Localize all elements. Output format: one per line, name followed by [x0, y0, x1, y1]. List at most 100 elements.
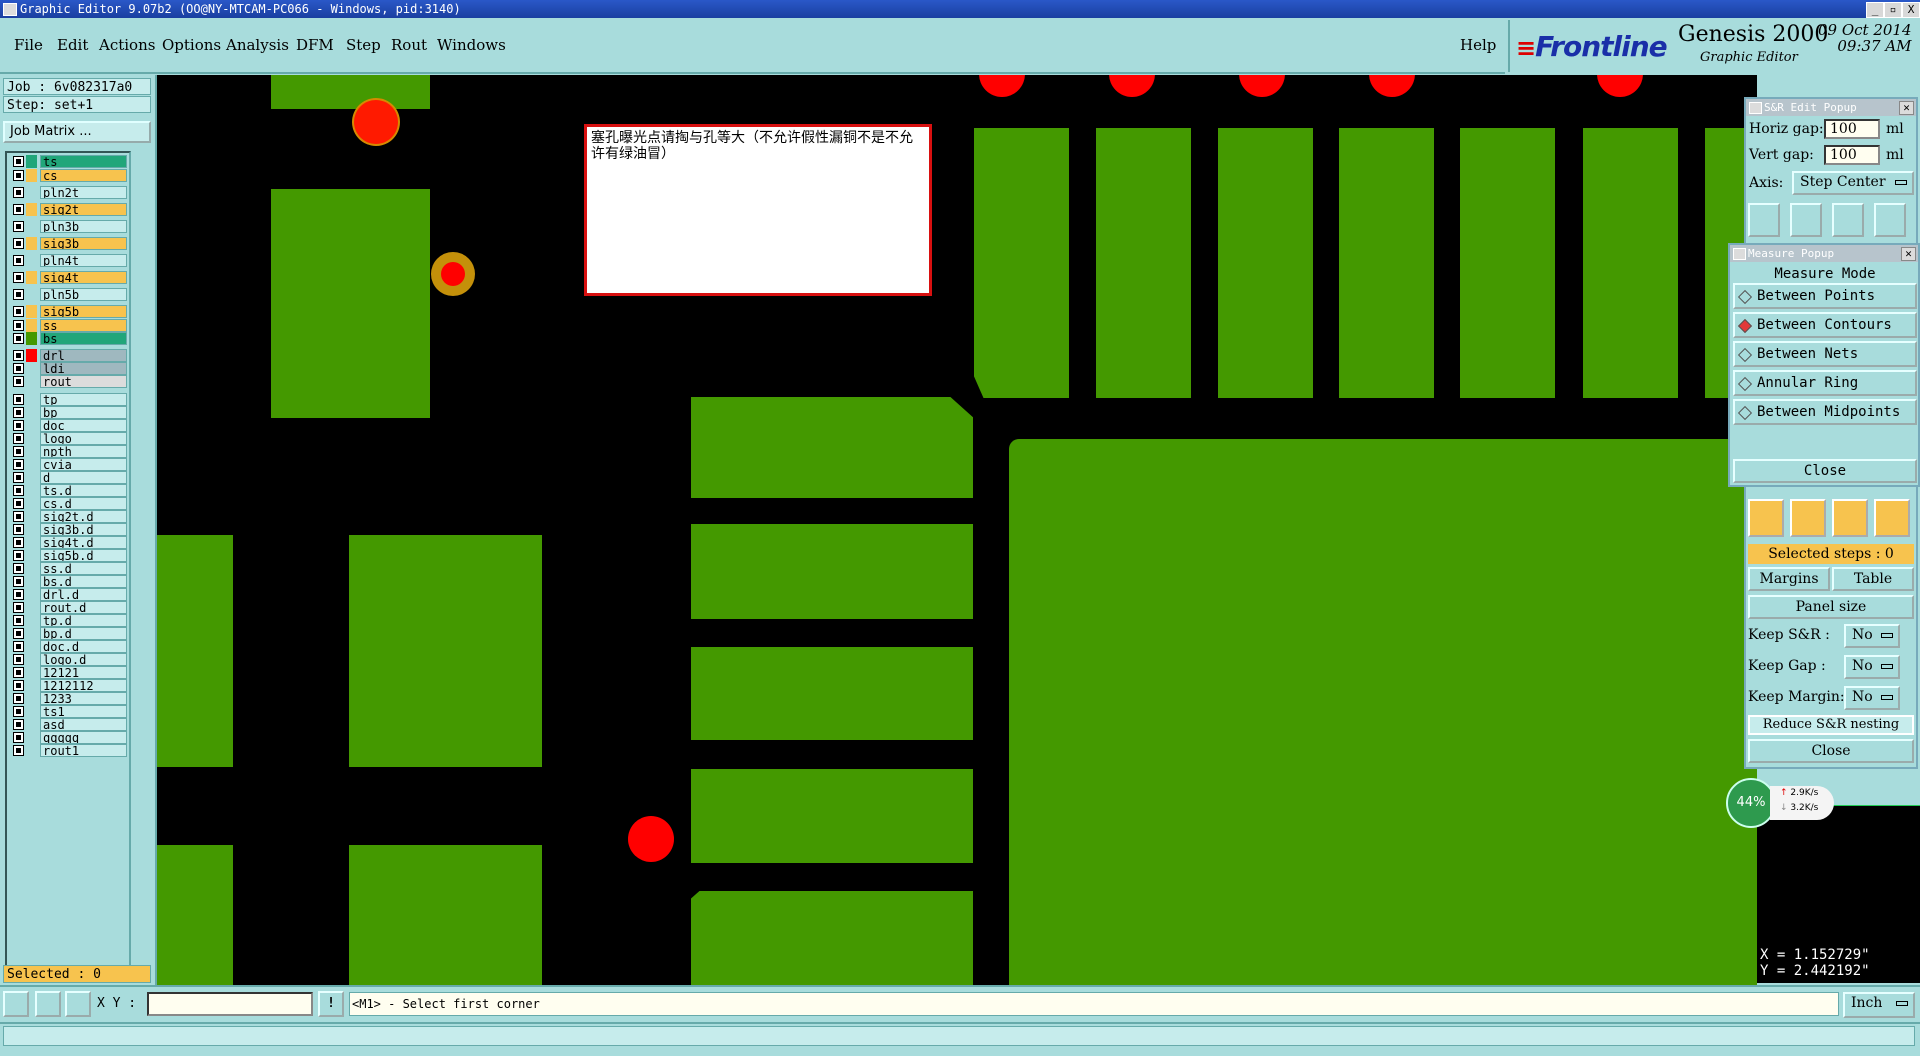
layer-checkbox[interactable] [13, 170, 24, 181]
layer-name[interactable]: sig4t [40, 271, 127, 284]
keep-gap-dropdown[interactable]: No [1844, 655, 1900, 679]
layer-name[interactable]: sig3b.d [40, 523, 127, 536]
layer-checkbox[interactable] [13, 221, 24, 232]
layer-color-swatch[interactable] [26, 271, 37, 284]
layer-checkbox[interactable] [13, 745, 24, 756]
layer-checkbox[interactable] [13, 459, 24, 470]
layer-row[interactable]: ss.d [9, 562, 127, 576]
layer-row[interactable]: sig5b.d [9, 549, 127, 563]
layer-color-swatch[interactable] [26, 497, 37, 510]
layer-name[interactable]: sig5b [40, 305, 127, 318]
layer-color-swatch[interactable] [26, 186, 37, 199]
layer-color-swatch[interactable] [26, 220, 37, 233]
layer-row[interactable]: logo.d [9, 653, 127, 667]
measure-icon[interactable] [35, 991, 61, 1017]
select-arrow-icon[interactable] [1748, 499, 1784, 537]
layer-color-swatch[interactable] [26, 666, 37, 679]
layer-checkbox[interactable] [13, 446, 24, 457]
layer-color-swatch[interactable] [26, 705, 37, 718]
margins-button[interactable]: Margins [1748, 567, 1830, 591]
layer-color-swatch[interactable] [26, 718, 37, 731]
menu-step[interactable]: Step [346, 36, 381, 54]
layer-row[interactable]: ts1 [9, 705, 127, 719]
pattern-grid-icon[interactable] [1748, 203, 1780, 237]
layer-name[interactable]: tp.d [40, 614, 127, 627]
layer-color-swatch[interactable] [26, 203, 37, 216]
layer-color-swatch[interactable] [26, 536, 37, 549]
layer-row[interactable]: npth [9, 445, 127, 459]
layer-color-swatch[interactable] [26, 375, 37, 388]
layer-checkbox[interactable] [13, 255, 24, 266]
layer-name[interactable]: 1212112 [40, 679, 127, 692]
layer-checkbox[interactable] [13, 350, 24, 361]
layer-checkbox[interactable] [13, 706, 24, 717]
layer-checkbox[interactable] [13, 320, 24, 331]
edit-tool-2-icon[interactable] [1832, 499, 1868, 537]
layer-color-swatch[interactable] [26, 679, 37, 692]
layer-row[interactable]: qqqqq [9, 731, 127, 745]
layer-checkbox[interactable] [13, 156, 24, 167]
layer-checkbox[interactable] [13, 615, 24, 626]
layer-row[interactable]: cvia [9, 458, 127, 472]
layer-name[interactable]: logo [40, 432, 127, 445]
layer-checkbox[interactable] [13, 363, 24, 374]
layer-checkbox[interactable] [13, 680, 24, 691]
layer-name[interactable]: pln2t [40, 186, 127, 199]
layer-name[interactable]: asd [40, 718, 127, 731]
layer-name[interactable]: doc [40, 419, 127, 432]
mode-between-midpoints[interactable]: Between Midpoints [1733, 399, 1917, 425]
menu-analysis[interactable]: Analysis [226, 36, 289, 54]
layer-color-swatch[interactable] [26, 640, 37, 653]
layer-row[interactable]: sig3b.d [9, 523, 127, 537]
layer-color-swatch[interactable] [26, 627, 37, 640]
layer-row[interactable]: tp [9, 393, 127, 407]
close-window-button[interactable]: X [1902, 2, 1920, 18]
layer-color-swatch[interactable] [26, 588, 37, 601]
layer-checkbox[interactable] [13, 238, 24, 249]
vert-gap-input[interactable]: 100 [1824, 145, 1880, 165]
layer-name[interactable]: bp [40, 406, 127, 419]
layer-name[interactable]: ldi [40, 362, 127, 375]
layer-row[interactable]: sig2t [9, 203, 127, 217]
layer-checkbox[interactable] [13, 589, 24, 600]
menu-edit[interactable]: Edit [57, 36, 88, 54]
layer-color-swatch[interactable] [26, 523, 37, 536]
layer-checkbox[interactable] [13, 407, 24, 418]
layer-name[interactable]: pln4t [40, 254, 127, 267]
layer-checkbox[interactable] [13, 563, 24, 574]
layer-row[interactable]: sig4t.d [9, 536, 127, 550]
menu-windows[interactable]: Windows [437, 36, 506, 54]
layer-name[interactable]: ss [40, 319, 127, 332]
layer-name[interactable]: pln5b [40, 288, 127, 301]
layer-row[interactable]: tp.d [9, 614, 127, 628]
snap-grid-icon[interactable] [65, 991, 91, 1017]
menu-file[interactable]: File [14, 36, 43, 54]
layer-row[interactable]: cs.d [9, 497, 127, 511]
layer-row[interactable]: rout [9, 375, 127, 389]
layer-checkbox[interactable] [13, 472, 24, 483]
layer-color-swatch[interactable] [26, 393, 37, 406]
layer-row[interactable]: bs [9, 332, 127, 346]
layer-name[interactable]: qqqqq [40, 731, 127, 744]
layer-color-swatch[interactable] [26, 458, 37, 471]
measure-close-button[interactable]: Close [1733, 459, 1917, 483]
layer-name[interactable]: cvia [40, 458, 127, 471]
menu-rout[interactable]: Rout [391, 36, 427, 54]
layer-color-swatch[interactable] [26, 319, 37, 332]
pattern-split-icon[interactable] [1790, 203, 1822, 237]
layer-name[interactable]: ts.d [40, 484, 127, 497]
layer-row[interactable]: drl [9, 349, 127, 363]
table-button[interactable]: Table [1832, 567, 1914, 591]
layer-color-swatch[interactable] [26, 169, 37, 182]
layer-checkbox[interactable] [13, 576, 24, 587]
layer-checkbox[interactable] [13, 732, 24, 743]
restore-button[interactable]: ▫ [1884, 2, 1902, 18]
layer-name[interactable]: tp [40, 393, 127, 406]
layer-checkbox[interactable] [13, 693, 24, 704]
mode-annular-ring[interactable]: Annular Ring [1733, 370, 1917, 396]
layer-checkbox[interactable] [13, 719, 24, 730]
layer-name[interactable]: bs.d [40, 575, 127, 588]
layer-checkbox[interactable] [13, 204, 24, 215]
layer-row[interactable]: logo [9, 432, 127, 446]
layer-checkbox[interactable] [13, 333, 24, 344]
